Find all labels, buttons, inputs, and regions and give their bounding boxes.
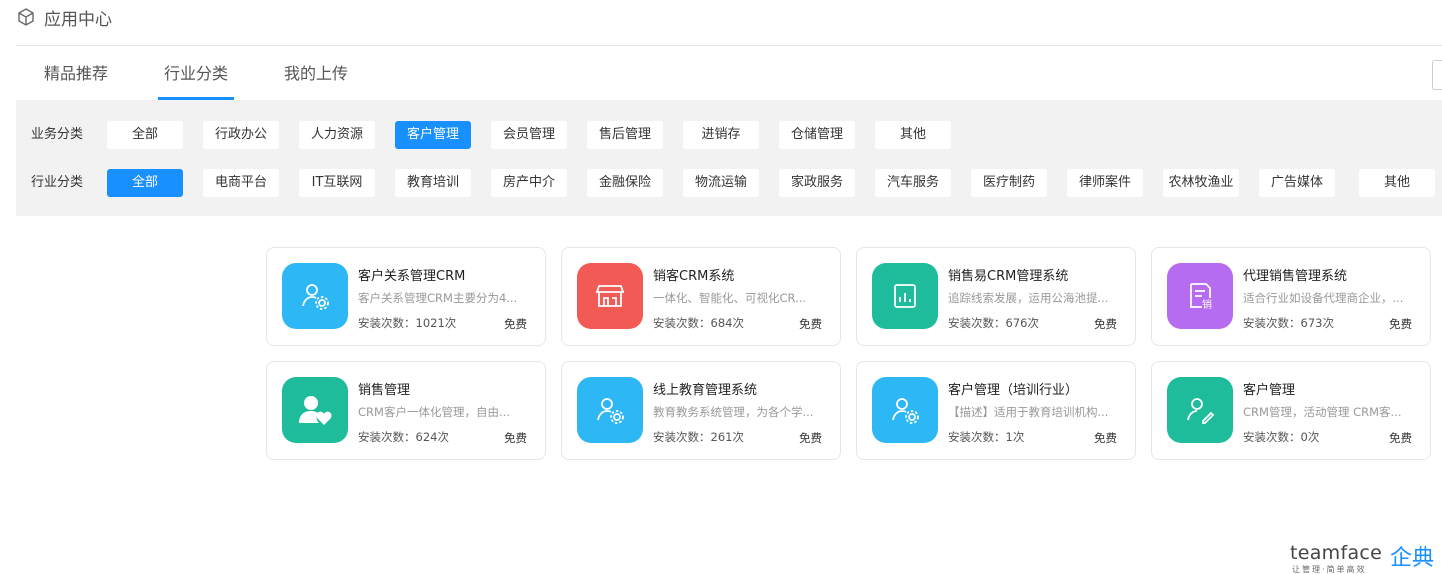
app-price: 免费: [1389, 431, 1412, 445]
app-name: 销售管理: [358, 383, 411, 398]
app-price: 免费: [799, 431, 822, 445]
app-install-count: 安装次数：1次: [948, 430, 1025, 444]
app-card[interactable]: 销售易CRM管理系统追踪线索发展，运用公海池提... 安装次数：676次 免费: [856, 247, 1136, 346]
user-edit-icon: [1167, 377, 1233, 443]
brand-slogan: 让管理·简单高效: [1292, 565, 1367, 574]
app-name: 客户管理（培训行业）: [948, 383, 1079, 398]
business-filter-chip[interactable]: 客户管理: [395, 121, 471, 149]
industry-filter-chip[interactable]: 其他: [1359, 169, 1435, 197]
app-card[interactable]: 销 代理销售管理系统适合行业如设备代理商企业，... 安装次数：673次 免费: [1151, 247, 1431, 346]
tab-bar: 精品推荐 行业分类 我的上传: [16, 46, 376, 100]
app-description: 适合行业如设备代理商企业，...: [1243, 291, 1404, 305]
app-center-page: 应用中心 精品推荐 行业分类 我的上传 业务分类 全部 行政办公 人力资源 客户管理会…: [0, 0, 1442, 574]
business-filter-chip[interactable]: 其他: [875, 121, 951, 149]
app-card[interactable]: 客户关系管理CRM 客户关系管理CRM主要分为4... 安装次数：1021次 免费: [266, 247, 546, 346]
user-gear-icon: [872, 377, 938, 443]
app-name: 客户管理: [1243, 383, 1296, 398]
tab-my-uploads[interactable]: 我的上传: [256, 46, 376, 100]
business-filter-chip[interactable]: 全部: [107, 121, 183, 149]
app-install-count: 安装次数：684次: [653, 316, 744, 330]
app-name: 销售易CRM管理系统: [948, 269, 1069, 284]
app-name: 代理销售管理系统: [1243, 269, 1348, 284]
app-name: 线上教育管理系统: [653, 383, 758, 398]
app-name: 客户关系管理CRM: [358, 269, 466, 284]
industry-filter-chip[interactable]: 全部: [107, 169, 183, 197]
app-price: 免费: [1094, 431, 1117, 445]
cube-icon: [18, 8, 34, 26]
app-name: 销客CRM系统: [653, 269, 735, 284]
user-gear-icon: [577, 377, 643, 443]
industry-filter-chip[interactable]: 教育培训: [395, 169, 471, 197]
storefront-icon: [577, 263, 643, 329]
industry-filter-chip[interactable]: 电商平台: [203, 169, 279, 197]
brand-name: teamface: [1290, 542, 1383, 564]
business-filter-chip[interactable]: 行政办公: [203, 121, 279, 149]
svg-text:销: 销: [1202, 298, 1212, 311]
industry-filter-chip[interactable]: 汽车服务: [875, 169, 951, 197]
business-filter-chip[interactable]: 售后管理: [587, 121, 663, 149]
app-install-count: 安装次数：261次: [653, 430, 744, 444]
user-heart-icon: [282, 377, 348, 443]
app-card[interactable]: 销售管理 CRM客户一体化管理，自由... 安装次数：624次 免费: [266, 361, 546, 460]
business-filter-label: 业务分类: [31, 127, 84, 142]
industry-filter-chip[interactable]: IT互联网: [299, 169, 375, 197]
industry-filter-chip[interactable]: 物流运输: [683, 169, 759, 197]
tab-featured[interactable]: 精品推荐: [16, 46, 136, 100]
business-filter-chip[interactable]: 进销存: [683, 121, 759, 149]
business-filter-chip[interactable]: 人力资源: [299, 121, 375, 149]
app-install-count: 安装次数：624次: [358, 430, 449, 444]
app-description: 一体化、智能化、可视化CR...: [653, 291, 807, 305]
industry-filter-chip[interactable]: 家政服务: [779, 169, 855, 197]
industry-filter-chip[interactable]: 律师案件: [1067, 169, 1143, 197]
app-install-count: 安装次数：0次: [1243, 430, 1320, 444]
app-price: 免费: [799, 317, 822, 331]
app-card[interactable]: 线上教育管理系统教育教务系统管理，为各个学... 安装次数：261次 免费: [561, 361, 841, 460]
app-card[interactable]: 客户管理（培训行业） 【描述】适用于教育培训机构... 安装次数：1次 免费: [856, 361, 1136, 460]
filter-panel: 业务分类 全部 行政办公 人力资源 客户管理 会员管理 售后管理 进销存 仓储管理 其他 行业分…: [16, 100, 1442, 216]
report-icon: [872, 263, 938, 329]
app-description: 客户关系管理CRM主要分为4...: [358, 291, 518, 305]
app-install-count: 安装次数：1021次: [358, 316, 457, 330]
brand-name-cn: 企典: [1390, 546, 1435, 571]
tab-industry[interactable]: 行业分类: [136, 46, 256, 100]
app-price: 免费: [1389, 317, 1412, 331]
industry-filter-chip[interactable]: 医疗制药: [971, 169, 1047, 197]
industry-filter-chip[interactable]: 房产中介: [491, 169, 567, 197]
business-filter-chip[interactable]: 会员管理: [491, 121, 567, 149]
app-card[interactable]: 客户管理 CRM管理，活动管理 CRM客... 安装次数：0次 免费: [1151, 361, 1431, 460]
app-price: 免费: [504, 317, 527, 331]
app-install-count: 安装次数：673次: [1243, 316, 1334, 330]
app-price: 免费: [1094, 317, 1117, 331]
user-gear-icon: [282, 263, 348, 329]
page-header: 应用中心: [16, 0, 112, 34]
page-title: 应用中心: [44, 9, 112, 30]
app-description: 追踪线索发展，运用公海池提...: [948, 291, 1109, 305]
industry-filter-label: 行业分类: [31, 175, 84, 190]
app-install-count: 安装次数：676次: [948, 316, 1039, 330]
app-price: 免费: [504, 431, 527, 445]
brand-logo: teamface 让管理·简单高效 企典: [1290, 540, 1442, 574]
app-card[interactable]: 销客CRM系统一体化、智能化、可视化CR... 安装次数：684次 免费: [561, 247, 841, 346]
industry-filter-chip[interactable]: 金融保险: [587, 169, 663, 197]
industry-filter-chip[interactable]: 广告媒体: [1259, 169, 1335, 197]
business-filter-chip[interactable]: 仓储管理: [779, 121, 855, 149]
app-description: CRM客户一体化管理，自由...: [358, 405, 510, 419]
app-description: 教育教务系统管理，为各个学...: [653, 405, 814, 419]
industry-filter-chip[interactable]: 农林牧渔业: [1163, 169, 1239, 197]
tab-bar-button[interactable]: [1432, 60, 1442, 90]
sales-doc-icon: 销: [1167, 263, 1233, 329]
app-description: 【描述】适用于教育培训机构...: [948, 405, 1109, 419]
app-description: CRM管理，活动管理 CRM客...: [1243, 405, 1402, 419]
